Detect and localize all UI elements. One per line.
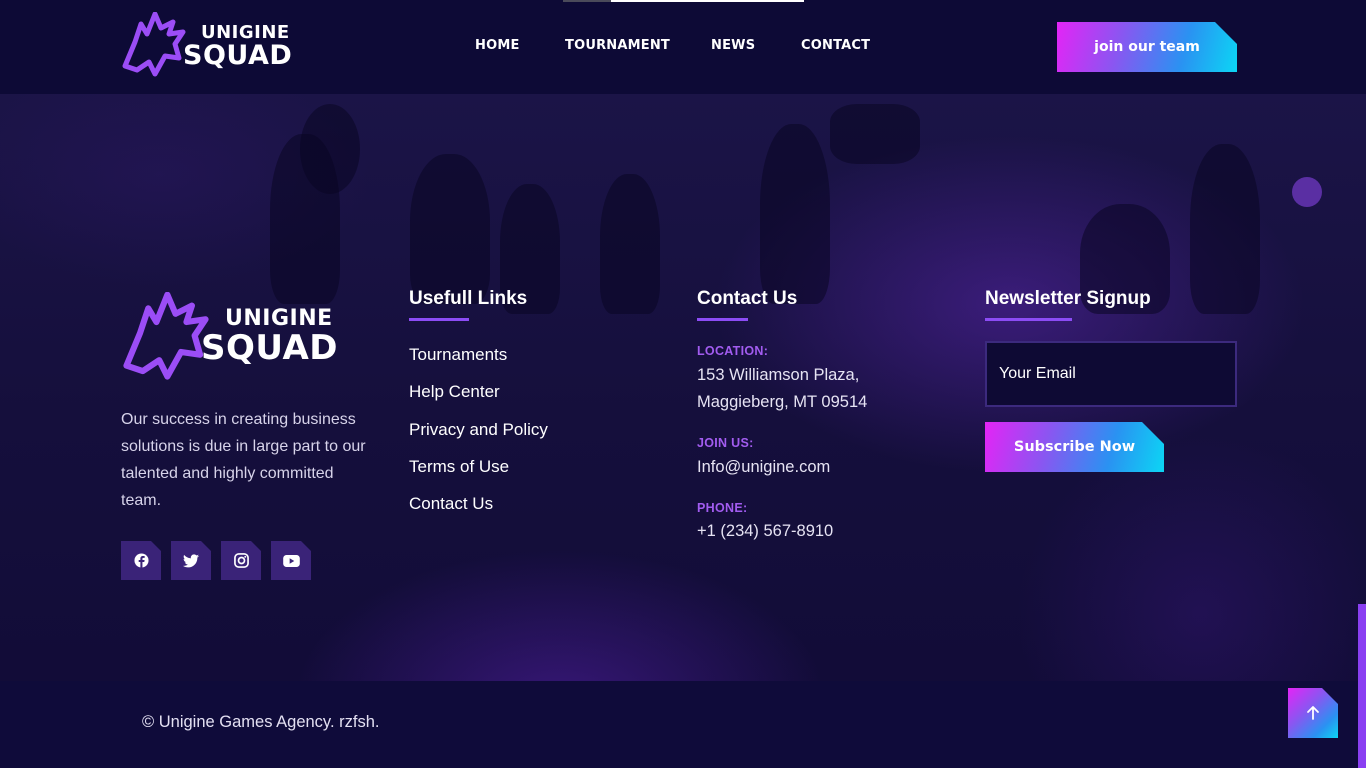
youtube-link[interactable]	[271, 541, 311, 580]
header-progress-line	[563, 0, 804, 2]
footer-contact: Contact Us LOCATION: 153 Williamson Plaz…	[697, 288, 947, 540]
youtube-icon	[283, 555, 300, 567]
join-label: JOIN US:	[697, 436, 754, 450]
bg-figure	[760, 124, 830, 304]
header-logo[interactable]: UNIGINE SQUAD	[121, 12, 293, 78]
scroll-to-top-button[interactable]	[1288, 688, 1338, 738]
nav-home[interactable]: HOME	[475, 38, 520, 53]
newsletter-heading: Newsletter Signup	[985, 288, 1237, 321]
link-privacy-policy[interactable]: Privacy and Policy	[409, 420, 548, 439]
logo-text-bottom: SQUAD	[183, 40, 293, 71]
location-line-1: 153 Williamson Plaza,	[697, 366, 860, 384]
list-item: Terms of Use	[409, 457, 639, 494]
links-heading-text: Usefull Links	[409, 288, 528, 309]
footer-logo[interactable]: UNIGINE SQUAD	[121, 292, 338, 382]
links-heading: Usefull Links	[409, 288, 639, 321]
contact-phone-link[interactable]: +1 (234) 567-8910	[697, 518, 833, 545]
twitter-icon	[183, 554, 199, 568]
footer-newsletter: Newsletter Signup Subscribe Now	[985, 288, 1237, 321]
heading-underline	[985, 318, 1072, 321]
phone-label: PHONE:	[697, 501, 748, 515]
list-item: Help Center	[409, 382, 639, 419]
nav-tournament[interactable]: TOURNAMENT	[565, 38, 670, 53]
contact-heading: Contact Us	[697, 288, 947, 321]
facebook-link[interactable]	[121, 541, 161, 580]
contact-heading-text: Contact Us	[697, 288, 798, 309]
location-label: LOCATION:	[697, 344, 769, 358]
instagram-icon	[234, 553, 249, 568]
newsletter-email-input[interactable]	[985, 341, 1237, 407]
list-item: Contact Us	[409, 494, 639, 531]
bg-figure	[410, 154, 490, 304]
footer-links: Usefull Links Tournaments Help Center Pr…	[409, 288, 639, 531]
copyright-text: © Unigine Games Agency. rzfsh.	[142, 713, 380, 731]
logo-text-bottom: SQUAD	[201, 328, 338, 368]
site-header: UNIGINE SQUAD HOME TOURNAMENT NEWS CONTA…	[0, 0, 1366, 94]
list-item: Privacy and Policy	[409, 420, 639, 457]
nav-contact[interactable]: CONTACT	[801, 38, 870, 53]
join-team-button[interactable]: join our team	[1057, 22, 1237, 72]
link-tournaments[interactable]: Tournaments	[409, 345, 507, 364]
copyright-bar: © Unigine Games Agency. rzfsh.	[0, 681, 1366, 768]
location-line-2: Maggieberg, MT 09514	[697, 393, 868, 411]
link-terms-of-use[interactable]: Terms of Use	[409, 457, 509, 476]
instagram-link[interactable]	[221, 541, 261, 580]
bg-figure	[830, 104, 920, 164]
links-list: Tournaments Help Center Privacy and Poli…	[409, 345, 639, 531]
link-help-center[interactable]: Help Center	[409, 382, 500, 401]
about-description: Our success in creating business solutio…	[121, 411, 366, 509]
arrow-up-icon	[1305, 705, 1321, 721]
nav-news[interactable]: NEWS	[711, 38, 755, 53]
bg-figure	[300, 104, 360, 194]
heading-underline	[697, 318, 748, 321]
facebook-icon	[134, 553, 149, 568]
heading-underline	[409, 318, 469, 321]
link-contact-us[interactable]: Contact Us	[409, 494, 493, 513]
list-item: Tournaments	[409, 345, 639, 382]
subscribe-button[interactable]: Subscribe Now	[985, 422, 1164, 472]
twitter-link[interactable]	[171, 541, 211, 580]
scrollbar-thumb[interactable]	[1358, 604, 1366, 768]
contact-email-link[interactable]: Info@unigine.com	[697, 454, 830, 481]
decorative-dot	[1292, 177, 1322, 207]
newsletter-heading-text: Newsletter Signup	[985, 288, 1151, 309]
